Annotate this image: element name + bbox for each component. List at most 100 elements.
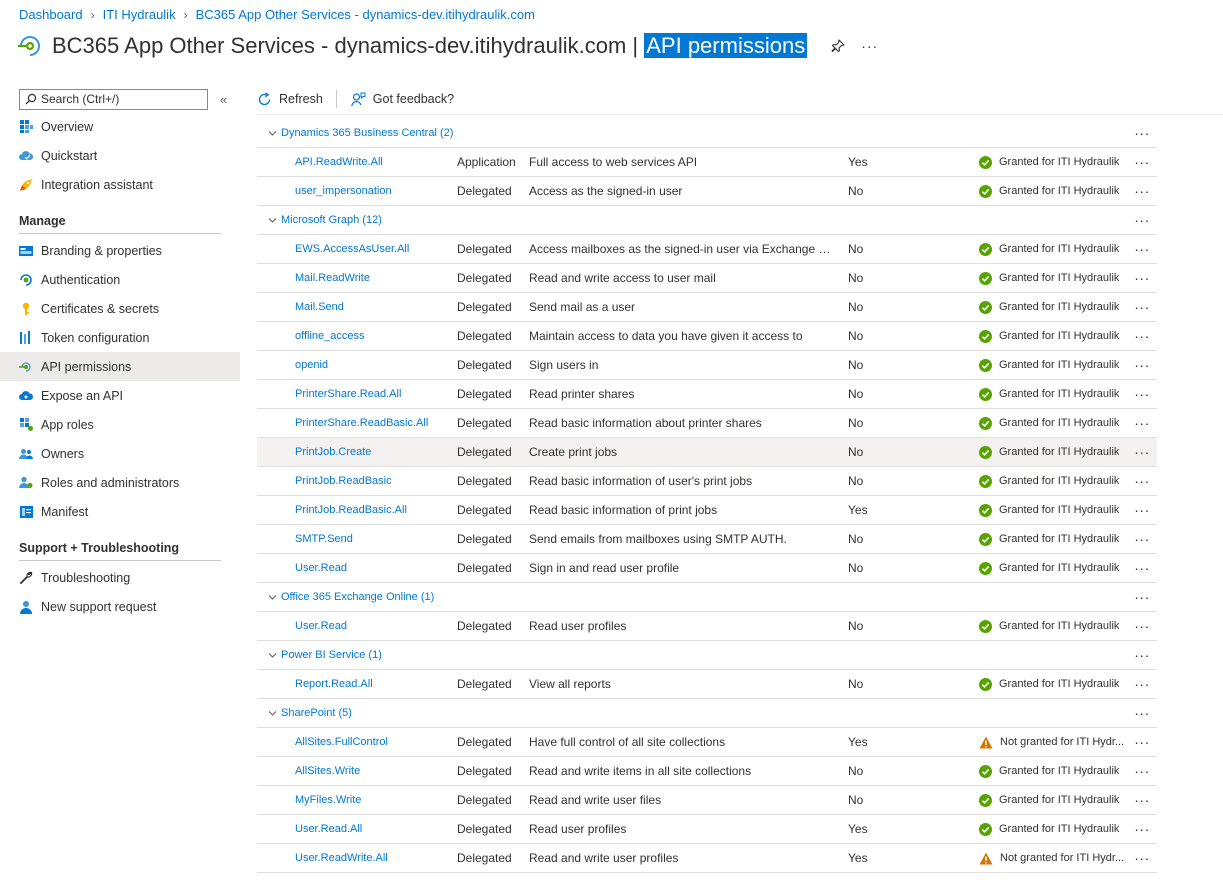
permission-name-link[interactable]: AllSites.Write (295, 757, 455, 785)
sidebar-item-branding[interactable]: Branding & properties (0, 236, 240, 265)
row-more-icon[interactable]: ··· (1131, 206, 1153, 234)
row-more-icon[interactable]: ··· (1131, 844, 1153, 872)
sidebar-item-authentication[interactable]: Authentication (0, 265, 240, 294)
permission-name-link[interactable]: API.ReadWrite.All (295, 148, 455, 176)
sidebar-item-api-permissions[interactable]: API permissions (0, 352, 240, 381)
row-more-icon[interactable]: ··· (1131, 670, 1153, 698)
pin-icon[interactable] (829, 37, 847, 55)
sidebar-item-expose-api[interactable]: Expose an API (0, 381, 240, 410)
permission-name-link[interactable]: User.Read (295, 554, 455, 582)
permission-name-link[interactable]: offline_access (295, 322, 455, 350)
row-more-icon[interactable]: ··· (1131, 380, 1153, 408)
permission-name-link[interactable]: PrintJob.ReadBasic.All (295, 496, 455, 524)
breadcrumb-app[interactable]: BC365 App Other Services - dynamics-dev.… (196, 7, 535, 22)
row-more-icon[interactable]: ··· (1131, 525, 1153, 553)
permission-row[interactable]: EWS.AccessAsUser.All Delegated Access mail… (257, 235, 1157, 264)
row-more-icon[interactable]: ··· (1131, 786, 1153, 814)
row-more-icon[interactable]: ··· (1131, 409, 1153, 437)
sidebar-item-certificates-secrets[interactable]: Certificates & secrets (0, 294, 240, 323)
permission-row[interactable]: SMTP.Send Delegated Send emails from mailb… (257, 525, 1157, 554)
row-more-icon[interactable]: ··· (1131, 583, 1153, 611)
permission-group-row[interactable]: Microsoft Graph (12) ··· (257, 206, 1157, 235)
row-more-icon[interactable]: ··· (1131, 322, 1153, 350)
permission-name-link[interactable]: PrinterShare.ReadBasic.All (295, 409, 455, 437)
permission-name-link[interactable]: Mail.ReadWrite (295, 264, 455, 292)
sidebar-item-token-configuration[interactable]: Token configuration (0, 323, 240, 352)
refresh-button[interactable]: Refresh (257, 91, 323, 107)
row-more-icon[interactable]: ··· (1131, 496, 1153, 524)
row-more-icon[interactable]: ··· (1131, 612, 1153, 640)
row-more-icon[interactable]: ··· (1131, 264, 1153, 292)
permission-row[interactable]: offline_access Delegated Maintain access t… (257, 322, 1157, 351)
row-more-icon[interactable]: ··· (1131, 235, 1153, 263)
row-more-icon[interactable]: ··· (1131, 438, 1153, 466)
sidebar-item-new-support-request[interactable]: New support request (0, 592, 240, 621)
permission-group-row[interactable]: Office 365 Exchange Online (1) ··· (257, 583, 1157, 612)
permission-group-toggle[interactable]: Office 365 Exchange Online (1) (268, 583, 434, 611)
permission-name-link[interactable]: EWS.AccessAsUser.All (295, 235, 455, 263)
permission-name-link[interactable]: SMTP.Send (295, 525, 455, 553)
permission-name-link[interactable]: Mail.Send (295, 293, 455, 321)
row-more-icon[interactable]: ··· (1131, 641, 1153, 669)
permission-row[interactable]: PrintJob.ReadBasic Delegated Read basic in… (257, 467, 1157, 496)
permission-name-link[interactable]: PrinterShare.Read.All (295, 380, 455, 408)
sidebar-item-quickstart[interactable]: Quickstart (0, 141, 240, 170)
permission-row[interactable]: AllSites.Write Delegated Read and write it… (257, 757, 1157, 786)
permission-row[interactable]: User.Read Delegated Sign in and read user … (257, 554, 1157, 583)
permission-row[interactable]: User.Read.All Delegated Read user profiles… (257, 815, 1157, 844)
row-more-icon[interactable]: ··· (1131, 293, 1153, 321)
permission-group-row[interactable]: Power BI Service (1) ··· (257, 641, 1157, 670)
permission-row[interactable]: API.ReadWrite.All Application Full access … (257, 148, 1157, 177)
permission-name-link[interactable]: Report.Read.All (295, 670, 455, 698)
permission-group-row[interactable]: Dynamics 365 Business Central (2) ··· (257, 119, 1157, 148)
feedback-button[interactable]: Got feedback? (350, 92, 454, 107)
row-more-icon[interactable]: ··· (1131, 757, 1153, 785)
permission-name-link[interactable]: User.ReadWrite.All (295, 844, 455, 872)
permission-row[interactable]: User.ReadWrite.All Delegated Read and writ… (257, 844, 1157, 873)
row-more-icon[interactable]: ··· (1131, 554, 1153, 582)
breadcrumb-tenant[interactable]: ITI Hydraulik (103, 7, 176, 22)
permission-name-link[interactable]: User.Read (295, 612, 455, 640)
permission-name-link[interactable]: openid (295, 351, 455, 379)
sidebar-item-app-roles[interactable]: App roles (0, 410, 240, 439)
permission-row[interactable]: PrintJob.Create Delegated Create print job… (257, 438, 1157, 467)
permission-group-toggle[interactable]: Dynamics 365 Business Central (2) (268, 119, 453, 147)
row-more-icon[interactable]: ··· (1131, 467, 1153, 495)
permission-row[interactable]: Mail.Send Delegated Send mail as a user No G… (257, 293, 1157, 322)
permission-group-toggle[interactable]: SharePoint (5) (268, 699, 352, 727)
breadcrumb-dashboard[interactable]: Dashboard (19, 7, 83, 22)
permission-row[interactable]: user_impersonation Delegated Access as the… (257, 177, 1157, 206)
permission-group-row[interactable]: SharePoint (5) ··· (257, 699, 1157, 728)
permission-group-toggle[interactable]: Power BI Service (1) (268, 641, 382, 669)
permission-name-link[interactable]: user_impersonation (295, 177, 455, 205)
permission-row[interactable]: PrinterShare.Read.All Delegated Read print… (257, 380, 1157, 409)
permission-row[interactable]: PrintJob.ReadBasic.All Delegated Read basi… (257, 496, 1157, 525)
permission-row[interactable]: PrinterShare.ReadBasic.All Delegated Read … (257, 409, 1157, 438)
row-more-icon[interactable]: ··· (1131, 177, 1153, 205)
permission-name-link[interactable]: PrintJob.Create (295, 438, 455, 466)
row-more-icon[interactable]: ··· (1131, 699, 1153, 727)
sidebar-item-overview[interactable]: Overview (0, 112, 240, 141)
more-options-icon[interactable]: ··· (861, 38, 878, 54)
row-more-icon[interactable]: ··· (1131, 815, 1153, 843)
permission-row[interactable]: AllSites.FullControl Delegated Have full c… (257, 728, 1157, 757)
row-more-icon[interactable]: ··· (1131, 728, 1153, 756)
sidebar-item-manifest[interactable]: Manifest (0, 497, 240, 526)
permission-group-toggle[interactable]: Microsoft Graph (12) (268, 206, 382, 234)
row-more-icon[interactable]: ··· (1131, 351, 1153, 379)
permission-row[interactable]: Report.Read.All Delegated View all reports… (257, 670, 1157, 699)
row-more-icon[interactable]: ··· (1131, 148, 1153, 176)
permission-name-link[interactable]: User.Read.All (295, 815, 455, 843)
permission-row[interactable]: User.Read Delegated Read user profiles No Gr… (257, 612, 1157, 641)
sidebar-item-troubleshooting[interactable]: Troubleshooting (0, 563, 240, 592)
sidebar-item-roles-administrators[interactable]: Roles and administrators (0, 468, 240, 497)
search-input[interactable]: Search (Ctrl+/) (19, 88, 208, 110)
permission-row[interactable]: Mail.ReadWrite Delegated Read and write ac… (257, 264, 1157, 293)
permission-name-link[interactable]: PrintJob.ReadBasic (295, 467, 455, 495)
permission-name-link[interactable]: MyFiles.Write (295, 786, 455, 814)
permission-row[interactable]: MyFiles.Write Delegated Read and write use… (257, 786, 1157, 815)
permission-name-link[interactable]: AllSites.FullControl (295, 728, 455, 756)
row-more-icon[interactable]: ··· (1131, 119, 1153, 147)
sidebar-item-integration-assistant[interactable]: Integration assistant (0, 170, 240, 199)
permission-row[interactable]: openid Delegated Sign users in No Granted fo… (257, 351, 1157, 380)
